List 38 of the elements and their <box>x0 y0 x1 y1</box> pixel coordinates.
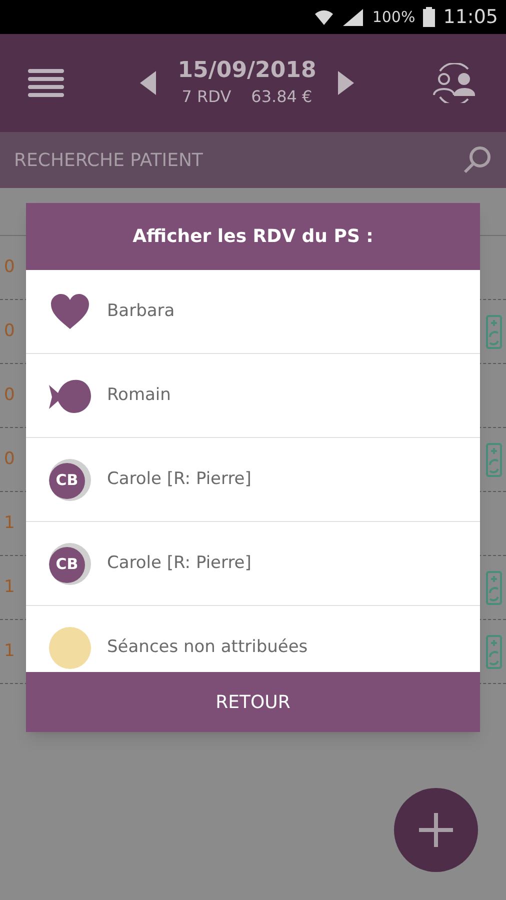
avatar-initials: CB <box>56 473 78 488</box>
dialog-title: Afficher les RDV du PS : <box>26 203 480 270</box>
menu-icon[interactable] <box>28 69 64 97</box>
time-label: 0 <box>4 384 15 407</box>
item-name: Carole [R: Pierre] <box>107 468 252 491</box>
avatar-icon <box>49 626 91 668</box>
time-label: 0 <box>4 448 15 471</box>
time-label: 1 <box>4 640 15 663</box>
wifi-icon <box>314 8 334 26</box>
search-field[interactable]: RECHERCHE PATIENT <box>14 146 462 174</box>
list-item[interactable]: Romain <box>26 354 480 438</box>
time-label: 1 <box>4 576 15 599</box>
item-name: Barbara <box>107 300 175 323</box>
back-button[interactable]: RETOUR <box>26 672 480 732</box>
battery-level: 100% <box>372 6 416 28</box>
appointment-count: 7 RDV <box>182 86 232 108</box>
switch-user-icon[interactable] <box>430 63 478 103</box>
time-label: 0 <box>4 320 15 343</box>
item-name: Romain <box>107 384 171 407</box>
clock: 11:05 <box>443 4 498 30</box>
previous-day-button[interactable] <box>140 71 156 95</box>
heart-icon <box>50 294 90 330</box>
signal-icon <box>342 8 364 26</box>
search-icon <box>462 145 492 175</box>
item-name: Carole [R: Pierre] <box>107 552 252 575</box>
plus-icon <box>419 813 453 847</box>
list-item[interactable]: Barbara <box>26 270 480 354</box>
time-label: 1 <box>4 512 15 535</box>
battery-icon <box>423 7 436 27</box>
time-label: 0 <box>4 256 15 279</box>
date-label: 15/09/2018 <box>178 57 316 85</box>
total-amount: 63.84 € <box>251 86 312 108</box>
avatar-initials: CB <box>56 557 78 572</box>
list-item[interactable]: CB Carole [R: Pierre] <box>26 438 480 522</box>
next-day-button[interactable] <box>338 71 354 95</box>
search-bar[interactable]: RECHERCHE PATIENT <box>0 132 506 188</box>
item-name: Séances non attribuées <box>107 636 308 659</box>
list-item[interactable]: CB Carole [R: Pierre] <box>26 522 480 606</box>
